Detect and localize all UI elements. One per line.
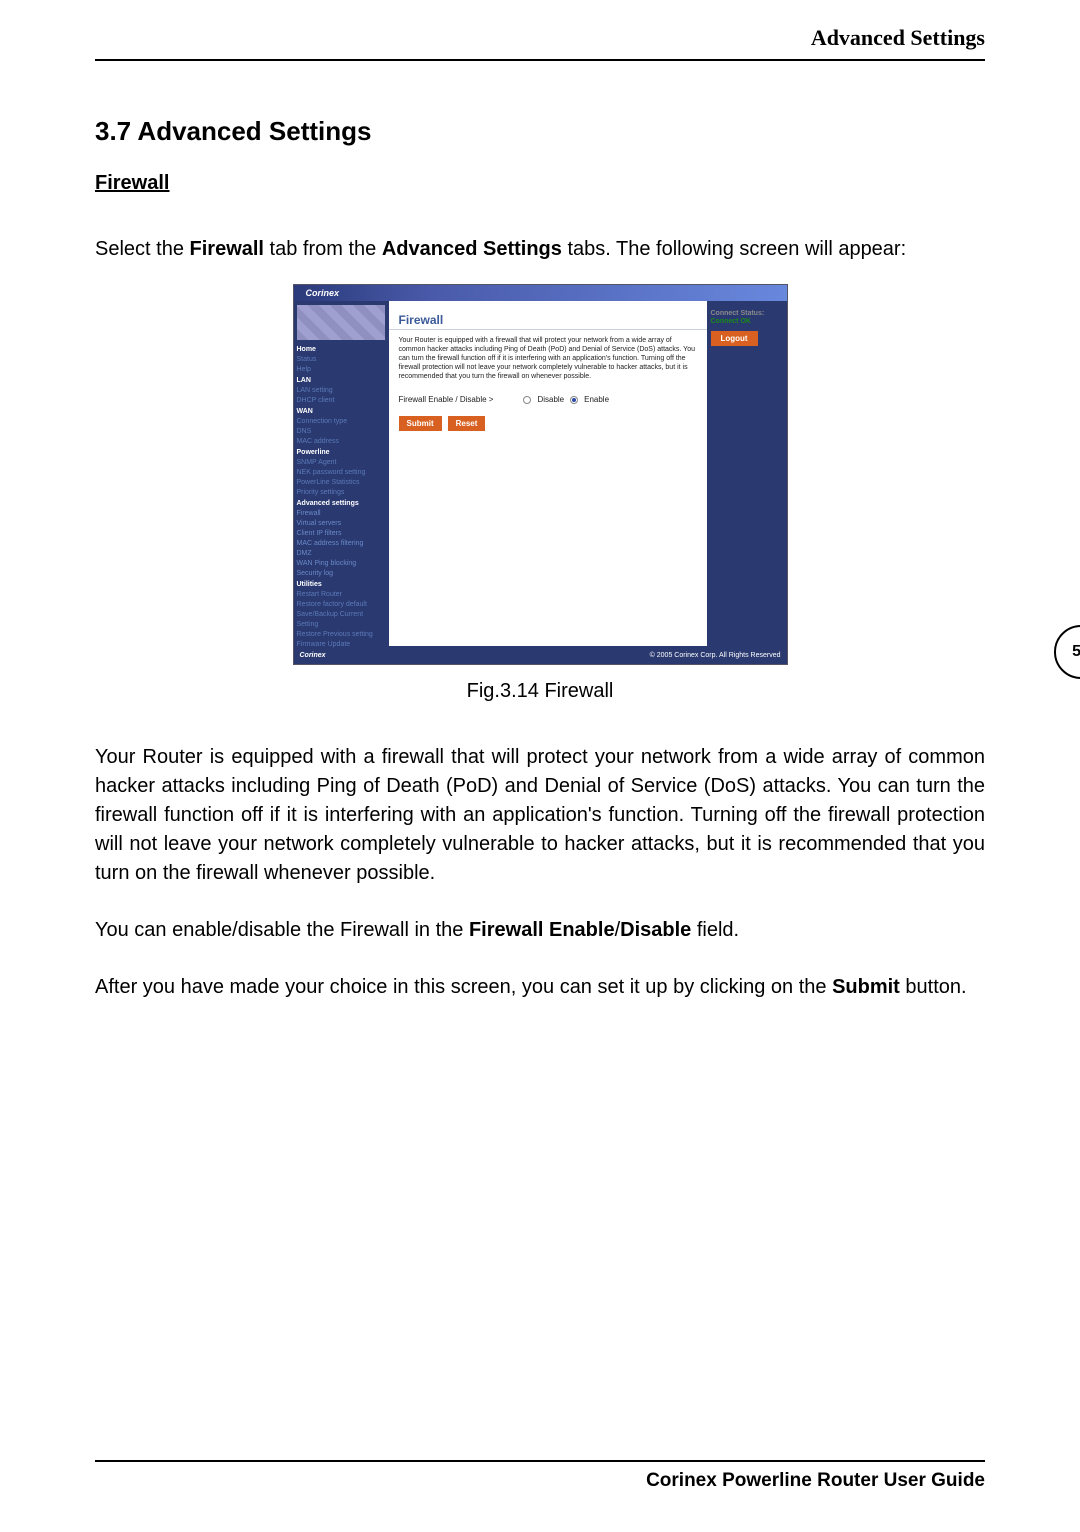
connect-status-value: Connect OK: [711, 318, 783, 325]
footer-title: Corinex Powerline Router User Guide: [646, 1470, 985, 1491]
nav-security-log[interactable]: Security log: [297, 569, 386, 579]
sidebar-nav: Home Status Help LAN LAN setting DHCP cl…: [297, 345, 386, 650]
device-image: [297, 305, 385, 340]
radio-disable[interactable]: [523, 396, 531, 404]
nav-wan[interactable]: WAN: [297, 407, 386, 417]
nav-restart[interactable]: Restart Router: [297, 590, 386, 600]
reset-button[interactable]: Reset: [448, 416, 486, 431]
radio-enable-label: Enable: [584, 395, 609, 404]
nav-mac-filter[interactable]: MAC address filtering: [297, 539, 386, 549]
header-title: Advanced Settings: [811, 25, 985, 50]
intro-paragraph: Select the Firewall tab from the Advance…: [95, 235, 985, 264]
main-title: Firewall: [389, 301, 707, 330]
nav-snmp[interactable]: SNMP Agent: [297, 458, 386, 468]
nav-firmware[interactable]: Firmware Update: [297, 640, 386, 650]
firewall-screenshot: Corinex Home Status Help LAN LAN setting…: [293, 284, 788, 665]
section-heading: 3.7 Advanced Settings: [95, 116, 985, 147]
page-number: 53: [1072, 643, 1080, 661]
nav-advanced[interactable]: Advanced settings: [297, 499, 386, 509]
nav-priority[interactable]: Priority settings: [297, 488, 386, 498]
main-description: Your Router is equipped with a firewall …: [389, 330, 707, 389]
footer-copyright: © 2005 Corinex Corp. All Rights Reserved: [650, 652, 781, 659]
nav-wan-ping[interactable]: WAN Ping blocking: [297, 559, 386, 569]
radio-disable-label: Disable: [537, 395, 564, 404]
screenshot-right-pane: Connect Status: Connect OK Logout: [707, 301, 787, 646]
nav-powerline[interactable]: Powerline: [297, 448, 386, 458]
page-footer: Corinex Powerline Router User Guide: [95, 1460, 985, 1492]
nav-lan[interactable]: LAN: [297, 376, 386, 386]
document-page: Advanced Settings 3.7 Advanced Settings …: [0, 0, 1080, 1532]
nav-status[interactable]: Status: [297, 355, 386, 365]
nav-dns[interactable]: DNS: [297, 427, 386, 437]
firewall-radio-group: Disable Enable: [523, 395, 609, 404]
nav-dmz[interactable]: DMZ: [297, 549, 386, 559]
screenshot-sidebar: Home Status Help LAN LAN setting DHCP cl…: [294, 301, 389, 646]
screenshot-main: Firewall Your Router is equipped with a …: [389, 301, 707, 646]
brand-logo-text: Corinex: [306, 288, 340, 298]
radio-enable[interactable]: [570, 396, 578, 404]
nav-pl-stats[interactable]: PowerLine Statistics: [297, 478, 386, 488]
firewall-enable-row: Firewall Enable / Disable > Disable Enab…: [389, 389, 707, 410]
screenshot-titlebar: Corinex: [294, 285, 787, 301]
nav-mac-address[interactable]: MAC address: [297, 437, 386, 447]
nav-help[interactable]: Help: [297, 365, 386, 375]
footer-brand: Corinex: [300, 652, 326, 659]
nav-virtual[interactable]: Virtual servers: [297, 519, 386, 529]
button-row: Submit Reset: [389, 410, 707, 437]
nav-dhcp[interactable]: DHCP client: [297, 396, 386, 406]
firewall-field-label: Firewall Enable / Disable >: [399, 395, 494, 404]
nav-client-ip[interactable]: Client IP filters: [297, 529, 386, 539]
nav-restore-factory[interactable]: Restore factory default: [297, 600, 386, 610]
nav-firewall[interactable]: Firewall: [297, 509, 386, 519]
section-number: 3.7: [95, 116, 131, 146]
paragraph-2: You can enable/disable the Firewall in t…: [95, 916, 985, 945]
nav-nek[interactable]: NEK password setting: [297, 468, 386, 478]
nav-restore-prev[interactable]: Restore Previous setting: [297, 630, 386, 640]
page-header: Advanced Settings: [95, 25, 985, 61]
section-title: Advanced Settings: [137, 116, 371, 146]
subsection-heading: Firewall: [95, 172, 985, 195]
figure-caption: Fig.3.14 Firewall: [95, 680, 985, 703]
screenshot-body: Home Status Help LAN LAN setting DHCP cl…: [294, 301, 787, 646]
logout-button[interactable]: Logout: [711, 331, 758, 346]
connect-status-label: Connect Status:: [711, 309, 783, 318]
nav-home[interactable]: Home: [297, 345, 386, 355]
nav-save-backup[interactable]: Save/Backup Current Setting: [297, 610, 386, 630]
nav-utilities[interactable]: Utilities: [297, 580, 386, 590]
nav-conn-type[interactable]: Connection type: [297, 417, 386, 427]
nav-lan-setting[interactable]: LAN setting: [297, 386, 386, 396]
paragraph-3: After you have made your choice in this …: [95, 973, 985, 1002]
paragraph-1: Your Router is equipped with a firewall …: [95, 743, 985, 888]
page-number-badge: 53: [1054, 625, 1080, 679]
submit-button[interactable]: Submit: [399, 416, 442, 431]
